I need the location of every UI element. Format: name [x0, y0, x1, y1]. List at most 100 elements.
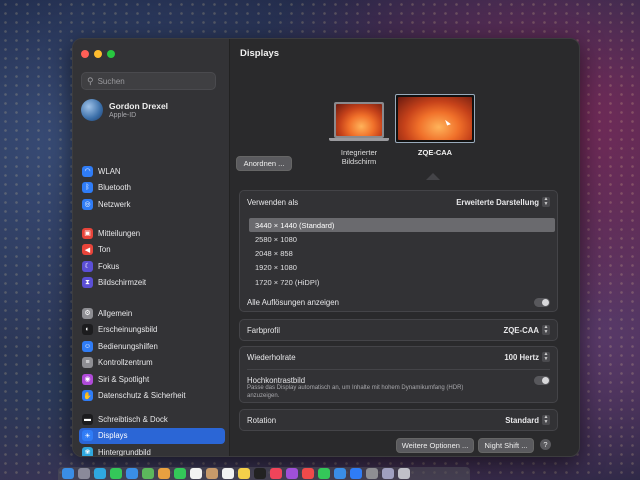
resolution-option[interactable]: 2048 × 858 [249, 247, 555, 261]
resolution-option[interactable]: 3440 × 1440 (Standard) [249, 218, 555, 232]
sidebar-group: ▬ Schreibtisch & Dock ☀ Displays ❀ Hintergrun… [79, 411, 225, 457]
sidebar-item-bedienungshilfen[interactable]: ☺ Bedienungshilfen [79, 338, 225, 355]
selected-display-pointer [426, 173, 440, 180]
help-button[interactable]: ? [540, 439, 551, 450]
music-icon[interactable] [270, 468, 282, 479]
contacts-icon[interactable] [206, 468, 218, 479]
sidebar-item-wlan[interactable]: ◠ WLAN [79, 163, 225, 180]
refresh-rate-stepper-icon[interactable]: ▲ ▼ [542, 352, 550, 362]
sidebar-item-fokus[interactable]: ☾ Fokus [79, 258, 225, 275]
trash-icon[interactable] [398, 468, 410, 479]
control-center-icon: ≡ [82, 357, 93, 369]
launchpad-icon[interactable] [78, 468, 90, 479]
bell-icon: ▣ [82, 227, 93, 239]
refresh-rate-row[interactable]: Wiederholrate 100 Hertz ▲ ▼ [247, 351, 550, 363]
sidebar-item-displays[interactable]: ☀ Displays [79, 427, 225, 444]
user-name: Gordon Drexel [109, 101, 169, 111]
search-placeholder: Suchen [97, 76, 125, 86]
show-all-toggle[interactable] [534, 297, 550, 307]
moon-icon: ☾ [82, 260, 93, 272]
sidebar-item-netzwerk[interactable]: ◎ Netzwerk [79, 196, 225, 213]
use-as-stepper-icon[interactable]: ▲ ▼ [542, 197, 550, 207]
safari-icon[interactable] [94, 468, 106, 479]
main-pane: Displays Integrierter Bildschirm ZQE-CAA… [230, 39, 579, 456]
sidebar-item-label: Erscheinungsbild [98, 325, 158, 335]
night-shift-button[interactable]: Night Shift ... [478, 438, 534, 453]
notes-icon[interactable] [238, 468, 250, 479]
advanced-options-button[interactable]: Weitere Optionen ... [396, 438, 474, 453]
monitor-external[interactable] [395, 94, 475, 143]
mail-icon[interactable] [126, 468, 138, 479]
reminders-icon[interactable] [222, 468, 234, 479]
sidebar-item-label: Siri & Spotlight [98, 374, 150, 384]
rotation-label: Rotation [247, 415, 277, 425]
numbers-icon[interactable] [318, 468, 330, 479]
zoom-button[interactable] [107, 50, 115, 58]
speaker-icon: ◀ [82, 244, 93, 256]
gear-icon: ⚙ [82, 307, 93, 319]
rotation-value: Standard [505, 415, 539, 425]
sidebar-group: ◠ WLAN ᛒ Bluetooth ◎ Netzwerk [79, 163, 225, 213]
sidebar-item-hintergrundbild[interactable]: ❀ Hintergrundbild [79, 444, 225, 457]
sidebar-item-siri-spotlight[interactable]: ◉ Siri & Spotlight [79, 371, 225, 388]
dock [58, 467, 470, 480]
podcasts-icon[interactable] [286, 468, 298, 479]
messages-icon[interactable] [110, 468, 122, 479]
color-profile-group: Farbprofil ZQE-CAA ▲ ▼ [239, 319, 558, 341]
search-input[interactable]: ⚲ Suchen [81, 72, 216, 90]
sidebar-item-schreibtisch-dock[interactable]: ▬ Schreibtisch & Dock [79, 411, 225, 428]
maps-icon[interactable] [142, 468, 154, 479]
sidebar-item-label: Hintergrundbild [98, 447, 151, 457]
facetime-icon[interactable] [174, 468, 186, 479]
refresh-hdr-group: Wiederholrate 100 Hertz ▲ ▼ Hochkontrastb… [239, 346, 558, 403]
resolution-option[interactable]: 1920 × 1080 [249, 261, 555, 275]
wifi-icon: ◠ [82, 165, 93, 177]
settings-icon[interactable] [366, 468, 378, 479]
monitor-builtin-screen [336, 104, 382, 136]
rotation-group: Rotation Standard ▲ ▼ [239, 409, 558, 431]
user-subtitle: Apple-ID [109, 112, 137, 119]
close-button[interactable] [81, 50, 89, 58]
photos-icon[interactable] [158, 468, 170, 479]
use-as-label: Verwenden als [247, 197, 299, 207]
resolution-option[interactable]: 1720 × 720 (HiDPI) [249, 275, 555, 289]
accessibility-icon: ☺ [82, 340, 93, 352]
tv-icon[interactable] [254, 468, 266, 479]
hourglass-icon: ⧗ [82, 277, 93, 289]
downloads-icon[interactable] [382, 468, 394, 479]
color-profile-label: Farbprofil [247, 325, 280, 335]
minimize-button[interactable] [94, 50, 102, 58]
sidebar-item-datenschutz-sicherheit[interactable]: ✋ Datenschutz & Sicherheit [79, 388, 225, 405]
news-icon[interactable] [302, 468, 314, 479]
keynote-icon[interactable] [334, 468, 346, 479]
color-profile-stepper-icon[interactable]: ▲ ▼ [542, 325, 550, 335]
sidebar-item-mitteilungen[interactable]: ▣ Mitteilungen [79, 225, 225, 242]
finder-icon[interactable] [62, 468, 74, 479]
bluetooth-icon: ᛒ [82, 182, 93, 194]
resolution-option[interactable]: 2580 × 1080 [249, 232, 555, 246]
sidebar-item-erscheinungsbild[interactable]: ◐ Erscheinungsbild [79, 322, 225, 339]
sidebar-item-allgemein[interactable]: ⚙ Allgemein [79, 305, 225, 322]
calendar-icon[interactable] [190, 468, 202, 479]
sidebar-item-label: Fokus [98, 261, 120, 271]
sidebar-item-label: Datenschutz & Sicherheit [98, 391, 186, 401]
appstore-icon[interactable] [350, 468, 362, 479]
show-all-label: Alle Auflösungen anzeigen [247, 297, 339, 307]
monitor-builtin-label: Integrierter Bildschirm [324, 148, 394, 166]
use-as-row[interactable]: Verwenden als Erweiterte Darstellung ▲ ▼ [247, 196, 550, 208]
rotation-row[interactable]: Rotation Standard ▲ ▼ [247, 414, 550, 426]
sidebar-item-bluetooth[interactable]: ᛒ Bluetooth [79, 180, 225, 197]
arrange-button[interactable]: Anordnen ... [236, 156, 292, 171]
color-profile-row[interactable]: Farbprofil ZQE-CAA ▲ ▼ [247, 324, 550, 336]
sidebar-item-ton[interactable]: ◀ Ton [79, 242, 225, 259]
sidebar-group: ⚙ Allgemein ◐ Erscheinungsbild ☺ Bedienungshi… [79, 305, 225, 404]
user-account[interactable]: Gordon Drexel Apple-ID [81, 99, 168, 121]
rotation-stepper-icon[interactable]: ▲ ▼ [542, 415, 550, 425]
refresh-rate-value: 100 Hertz [504, 352, 539, 362]
sidebar-group: ▣ Mitteilungen ◀ Ton ☾ Fokus ⧗ Bildschirmzeit [79, 225, 225, 291]
sidebar-item-kontrollzentrum[interactable]: ≡ Kontrollzentrum [79, 355, 225, 372]
monitor-builtin[interactable] [334, 102, 384, 138]
monitor-builtin-base [329, 138, 389, 141]
hdr-toggle[interactable] [534, 375, 550, 385]
sidebar-item-bildschirmzeit[interactable]: ⧗ Bildschirmzeit [79, 275, 225, 292]
